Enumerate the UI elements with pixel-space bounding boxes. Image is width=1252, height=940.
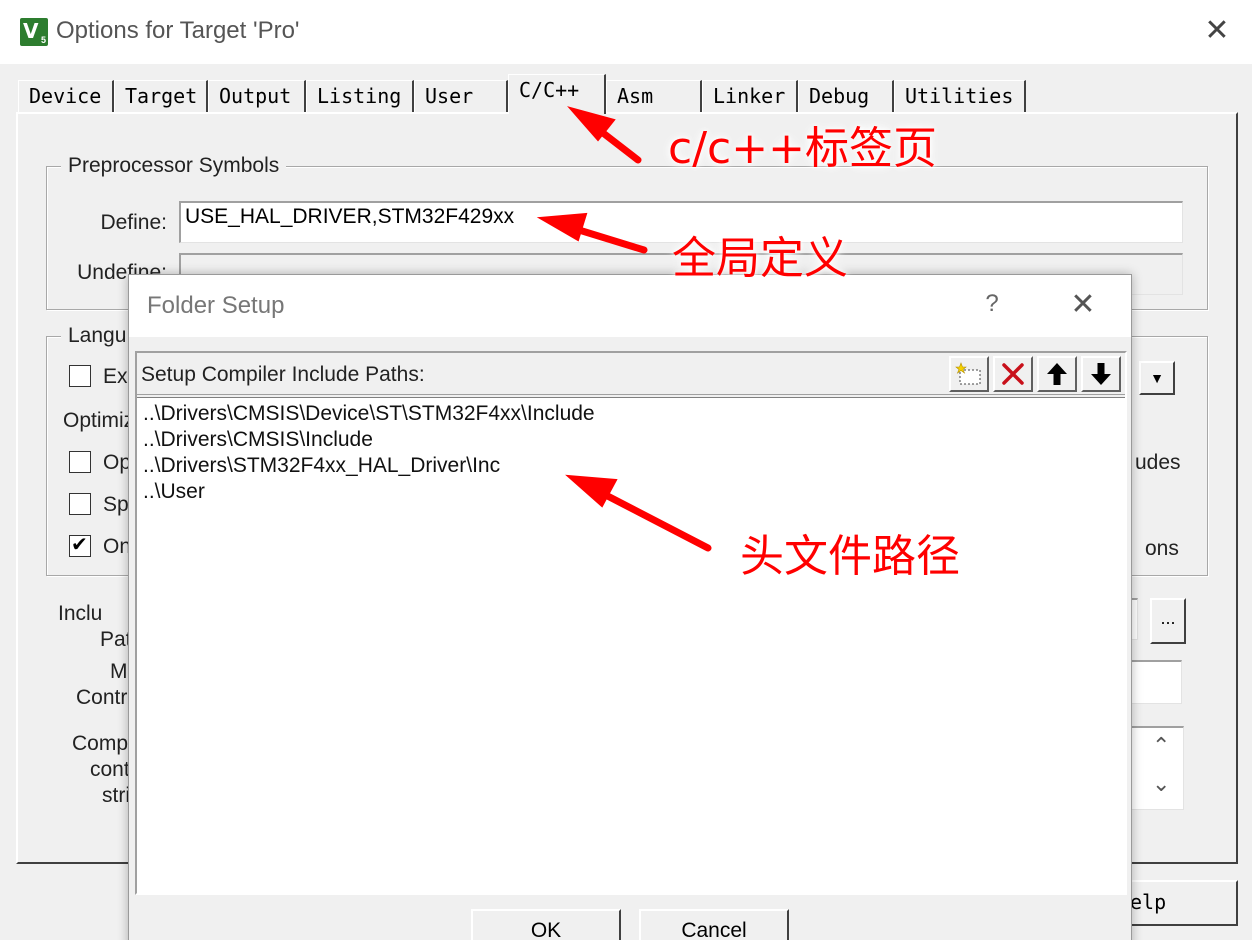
delete-icon <box>1002 363 1024 385</box>
one-elf-checkbox[interactable] <box>69 532 91 557</box>
window-title: Options for Target 'Pro' <box>56 17 300 44</box>
tab-output[interactable]: Output <box>208 80 306 112</box>
move-down-icon <box>1091 363 1111 385</box>
paths-annotation-text: 头文件路径 <box>740 531 960 582</box>
new-path-button[interactable] <box>949 356 989 392</box>
tab-listing[interactable]: Listing <box>306 80 414 112</box>
list-item[interactable]: ..\User <box>137 480 1125 506</box>
tab-annotation-text: c/c++标签页 <box>668 123 937 174</box>
include-paths-header: Setup Compiler Include Paths: <box>137 353 1125 395</box>
include-paths-header-label: Setup Compiler Include Paths: <box>141 363 425 386</box>
title-bar: V 5 Options for Target 'Pro' ✕ <box>0 0 1252 64</box>
list-item[interactable]: ..\Drivers\STM32F4xx_HAL_Driver\Inc <box>137 454 1125 480</box>
ok-button[interactable]: OK <box>471 909 621 940</box>
warnings-label: ons <box>1145 537 1179 560</box>
include-paths-panel: Setup Compiler Include Paths: ..\Drivers… <box>135 351 1127 895</box>
control-string-scrollbar[interactable]: ⌃ ⌄ <box>1146 726 1182 810</box>
tab-asm[interactable]: Asm <box>606 80 702 112</box>
folder-setup-title-bar: Folder Setup ? ✕ <box>129 275 1131 337</box>
optimize-checkbox[interactable] <box>69 451 91 473</box>
execute-only-checkbox[interactable] <box>69 365 91 387</box>
folder-setup-dialog: Folder Setup ? ✕ Setup Compiler Include … <box>128 274 1132 940</box>
define-label: Define: <box>100 211 167 234</box>
scroll-down-icon[interactable]: ⌄ <box>1152 772 1170 797</box>
one-elf-label: On <box>103 535 132 558</box>
close-icon[interactable]: ✕ <box>1063 287 1103 322</box>
tab-utilities[interactable]: Utilities <box>894 80 1026 112</box>
move-up-icon <box>1047 363 1067 385</box>
include-paths-browse-button[interactable]: ... <box>1150 598 1186 644</box>
tab-cpp[interactable]: C/C++ <box>508 74 606 114</box>
list-item[interactable]: ..\Drivers\CMSIS\Include <box>137 428 1125 454</box>
language-group-title: Langu <box>61 324 134 348</box>
tab-user[interactable]: User <box>414 80 508 112</box>
app-icon-version: 5 <box>40 35 46 45</box>
tab-linker[interactable]: Linker <box>702 80 798 112</box>
tab-debug[interactable]: Debug <box>798 80 894 112</box>
preprocessor-symbols-title: Preprocessor Symbols <box>61 154 287 178</box>
chevron-down-icon: ▼ <box>1150 370 1164 386</box>
no-auto-includes-label: udes <box>1135 451 1181 474</box>
include-paths-list[interactable]: ..\Drivers\CMSIS\Device\ST\STM32F4xx\Inc… <box>137 397 1125 893</box>
close-icon[interactable]: ✕ <box>1198 12 1236 50</box>
language-dropdown-button[interactable]: ▼ <box>1139 361 1175 395</box>
move-down-button[interactable] <box>1081 356 1121 392</box>
keil-app-icon: V 5 <box>20 18 48 46</box>
delete-path-button[interactable] <box>993 356 1033 392</box>
optimization-label: Optimiz <box>63 409 135 432</box>
define-annotation-text: 全局定义 <box>672 233 848 284</box>
help-icon[interactable]: ? <box>977 290 1007 318</box>
folder-setup-title: Folder Setup <box>147 292 285 319</box>
cancel-button[interactable]: Cancel <box>639 909 789 940</box>
scroll-up-icon[interactable]: ⌃ <box>1152 734 1170 759</box>
new-folder-icon <box>955 362 981 385</box>
split-checkbox[interactable] <box>69 493 91 515</box>
move-up-button[interactable] <box>1037 356 1077 392</box>
list-item[interactable]: ..\Drivers\CMSIS\Device\ST\STM32F4xx\Inc… <box>137 402 1125 428</box>
tab-target[interactable]: Target <box>114 80 208 112</box>
app-icon-letter: V <box>23 19 39 43</box>
tab-device[interactable]: Device <box>18 80 114 112</box>
